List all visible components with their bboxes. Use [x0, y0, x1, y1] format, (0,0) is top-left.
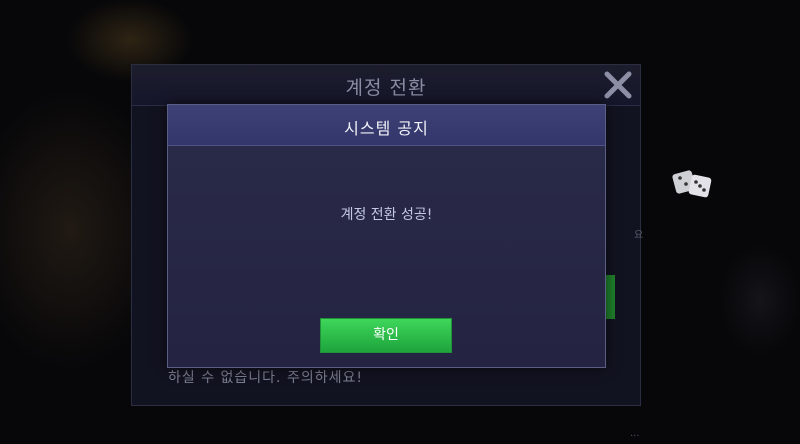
- warning-text: 하실 수 없습니다. 주의하세요!: [168, 370, 363, 386]
- dialog-message: 계정 전환 성공!: [340, 207, 433, 223]
- dice-icon: [672, 164, 714, 200]
- side-text-fragment: 요: [634, 230, 644, 241]
- account-switch-title: 계정 전환: [345, 77, 427, 99]
- bottom-right-text: ...: [630, 428, 640, 439]
- partial-green-button[interactable]: [606, 275, 615, 319]
- confirm-button[interactable]: 확인: [320, 318, 452, 353]
- dialog-title: 시스템 공지: [344, 119, 429, 138]
- system-notice-dialog: 시스템 공지 계정 전환 성공! 확인: [167, 104, 606, 368]
- account-switch-header: 계정 전환: [132, 65, 640, 106]
- close-icon[interactable]: [602, 69, 634, 101]
- dialog-header: 시스템 공지: [168, 105, 605, 146]
